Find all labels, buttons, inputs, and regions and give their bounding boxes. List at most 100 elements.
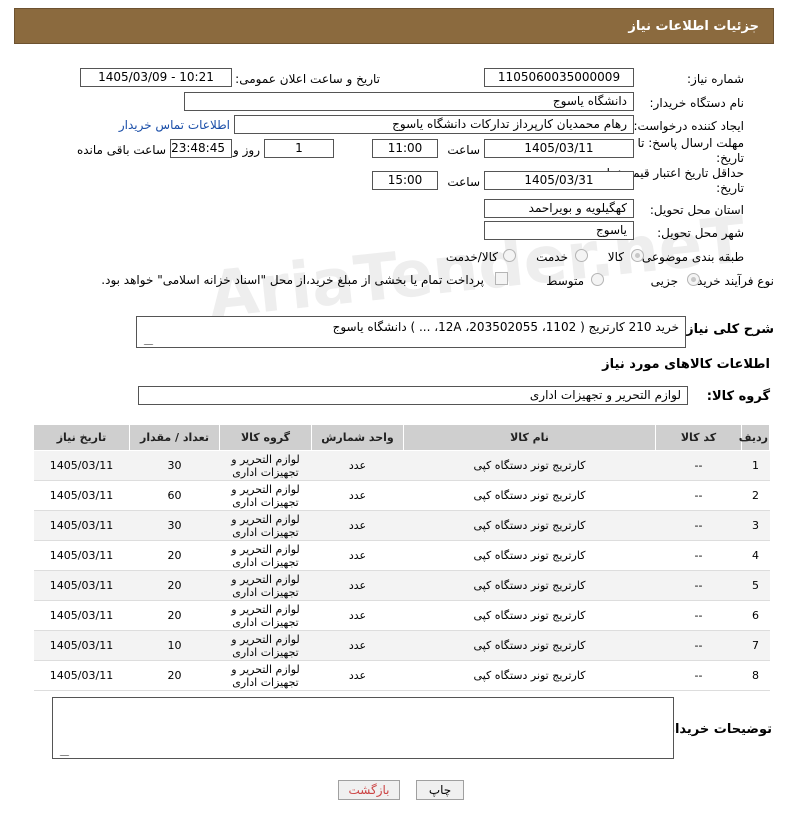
category-both-radio[interactable] — [503, 249, 516, 262]
cell-unit: عدد — [311, 630, 404, 661]
price-date-field: 1405/03/31 — [484, 171, 634, 190]
cell-row: 5 — [741, 570, 770, 601]
cell-qty: 10 — [129, 630, 220, 661]
cell-code: -- — [655, 660, 742, 691]
cell-qty: 30 — [129, 510, 220, 541]
cell-unit: عدد — [311, 660, 404, 691]
reply-time-label: ساعت — [447, 143, 480, 157]
cell-qty: 60 — [129, 480, 220, 511]
table-row: 3 -- کارتریج تونر دستگاه کپی عدد لوازم ا… — [33, 510, 770, 541]
creator-field: رهام محمدیان کارپرداز تدارکات دانشگاه یا… — [234, 115, 634, 134]
cell-date: 1405/03/11 — [33, 570, 130, 601]
cell-name: کارتریج تونر دستگاه کپی — [403, 570, 656, 601]
col-header-unit: واحد شمارش — [311, 424, 404, 451]
cell-unit: عدد — [311, 480, 404, 511]
cell-unit: عدد — [311, 510, 404, 541]
goods-info-title: اطلاعات کالاهای مورد نیاز — [602, 357, 770, 372]
cell-name: کارتریج تونر دستگاه کپی — [403, 510, 656, 541]
process-label: نوع فرآیند خرید : — [689, 274, 774, 288]
category-both-label: کالا/خدمت — [445, 250, 498, 264]
table-row: 4 -- کارتریج تونر دستگاه کپی عدد لوازم ا… — [33, 540, 770, 571]
cell-name: کارتریج تونر دستگاه کپی — [403, 540, 656, 571]
description-text: خرید 210 کارتریج ( 1102، 203502055، 12A،… — [332, 320, 679, 334]
buyer-org-field: دانشگاه یاسوج — [184, 92, 634, 111]
col-header-group: گروه کالا — [219, 424, 312, 451]
description-field: خرید 210 کارتریج ( 1102، 203502055، 12A،… — [136, 316, 686, 348]
cell-group: لوازم التحریر و تجهیزات اداری — [219, 600, 312, 631]
province-label: استان محل تحویل: — [649, 203, 744, 217]
category-goods-label: کالا — [607, 250, 624, 264]
announce-label: تاریخ و ساعت اعلان عمومی: — [235, 72, 380, 86]
cell-code: -- — [655, 600, 742, 631]
cell-group: لوازم التحریر و تجهیزات اداری — [219, 660, 312, 691]
cell-group: لوازم التحریر و تجهیزات اداری — [219, 480, 312, 511]
buyer-org-label: نام دستگاه خریدار: — [649, 96, 745, 110]
cell-date: 1405/03/11 — [33, 510, 130, 541]
cell-qty: 20 — [129, 570, 220, 601]
cell-qty: 20 — [129, 600, 220, 631]
process-medium-radio[interactable] — [591, 273, 604, 286]
back-button[interactable]: بازگشت — [338, 780, 400, 800]
process-minor-radio[interactable] — [687, 273, 700, 286]
table-row: 2 -- کارتریج تونر دستگاه کپی عدد لوازم ا… — [33, 480, 770, 511]
cell-date: 1405/03/11 — [33, 600, 130, 631]
cell-code: -- — [655, 630, 742, 661]
category-service-label: خدمت — [536, 250, 568, 264]
goods-group-field: لوازم التحریر و تجهیزات اداری — [138, 386, 688, 405]
days-field: 1 — [264, 139, 334, 158]
resize-grip-icon[interactable] — [137, 336, 154, 345]
page-header: جزئیات اطلاعات نیاز — [14, 8, 774, 44]
cell-row: 6 — [741, 600, 770, 631]
cell-name: کارتریج تونر دستگاه کپی — [403, 450, 656, 481]
category-service-radio[interactable] — [575, 249, 588, 262]
cell-name: کارتریج تونر دستگاه کپی — [403, 660, 656, 691]
need-number-field: 1105060035000009 — [484, 68, 634, 87]
cell-row: 1 — [741, 450, 770, 481]
cell-date: 1405/03/11 — [33, 660, 130, 691]
cell-date: 1405/03/11 — [33, 450, 130, 481]
cell-date: 1405/03/11 — [33, 480, 130, 511]
cell-unit: عدد — [311, 570, 404, 601]
print-button[interactable]: چاپ — [416, 780, 464, 800]
province-field: کهگیلویه و بویراحمد — [484, 199, 634, 218]
items-table: ردیف کد کالا نام کالا واحد شمارش گروه کا… — [33, 424, 770, 691]
cell-code: -- — [655, 450, 742, 481]
col-header-name: نام کالا — [403, 424, 656, 451]
reply-time-field: 11:00 — [372, 139, 438, 158]
cell-unit: عدد — [311, 600, 404, 631]
cell-group: لوازم التحریر و تجهیزات اداری — [219, 630, 312, 661]
payment-note: پرداخت تمام یا بخشی از مبلغ خرید،از محل … — [101, 273, 484, 287]
cell-name: کارتریج تونر دستگاه کپی — [403, 630, 656, 661]
city-label: شهر محل تحویل: — [657, 226, 744, 240]
city-field: یاسوج — [484, 221, 634, 240]
cell-code: -- — [655, 570, 742, 601]
cell-name: کارتریج تونر دستگاه کپی — [403, 480, 656, 511]
cell-code: -- — [655, 540, 742, 571]
table-row: 8 -- کارتریج تونر دستگاه کپی عدد لوازم ا… — [33, 660, 770, 691]
cell-qty: 30 — [129, 450, 220, 481]
remaining-time-field: 23:48:45 — [170, 139, 232, 158]
category-goods-radio[interactable] — [631, 249, 644, 262]
cell-date: 1405/03/11 — [33, 540, 130, 571]
cell-row: 3 — [741, 510, 770, 541]
contact-link[interactable]: اطلاعات تماس خریدار — [119, 118, 230, 132]
creator-label: ایجاد کننده درخواست: — [633, 119, 744, 133]
remaining-label: ساعت باقی مانده — [76, 143, 166, 157]
cell-group: لوازم التحریر و تجهیزات اداری — [219, 510, 312, 541]
cell-unit: عدد — [311, 450, 404, 481]
resize-grip-icon[interactable] — [53, 747, 70, 756]
cell-group: لوازم التحریر و تجهیزات اداری — [219, 540, 312, 571]
price-time-field: 15:00 — [372, 171, 438, 190]
treasury-payment-checkbox[interactable] — [495, 272, 508, 285]
price-time-label: ساعت — [447, 175, 480, 189]
table-row: 1 -- کارتریج تونر دستگاه کپی عدد لوازم ا… — [33, 450, 770, 481]
page-title: جزئیات اطلاعات نیاز — [628, 19, 759, 34]
col-header-date: تاریخ نیاز — [33, 424, 130, 451]
cell-code: -- — [655, 480, 742, 511]
buyer-notes-label: توضیحات خریدار: — [662, 722, 772, 737]
reply-date-field: 1405/03/11 — [484, 139, 634, 158]
announce-field: 1405/03/09 - 10:21 — [80, 68, 232, 87]
cell-group: لوازم التحریر و تجهیزات اداری — [219, 450, 312, 481]
table-row: 6 -- کارتریج تونر دستگاه کپی عدد لوازم ا… — [33, 600, 770, 631]
buyer-notes-field[interactable] — [52, 697, 674, 759]
